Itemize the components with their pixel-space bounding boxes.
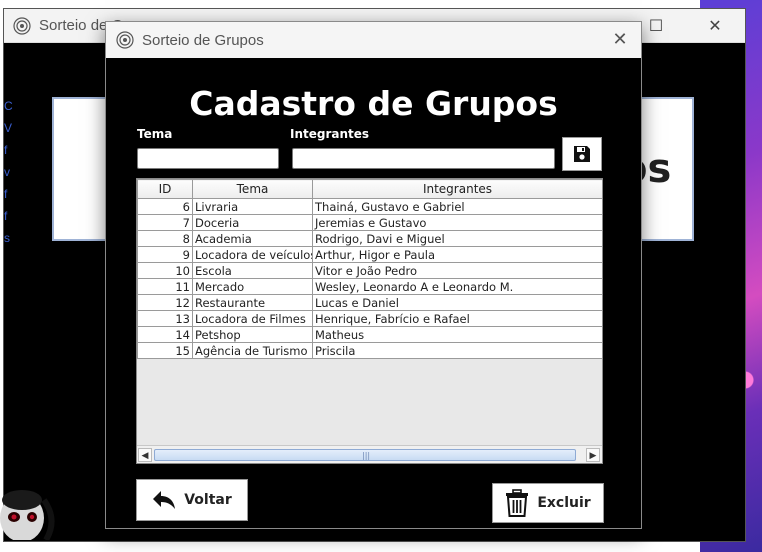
cell-integrantes: Matheus: [312, 326, 602, 343]
cell-integrantes: Arthur, Higor e Paula: [312, 246, 602, 263]
table-row[interactable]: 7 Doceria Jeremias e Gustavo: [137, 214, 602, 231]
dialog-close-button[interactable]: ✕: [605, 26, 635, 54]
cell-tema: Petshop: [192, 326, 313, 343]
table-row[interactable]: 9 Locadora de veículos Arthur, Higor e P…: [137, 246, 602, 263]
cell-integrantes: Priscila: [312, 342, 602, 359]
table-row[interactable]: 13 Locadora de Filmes Henrique, Fabrício…: [137, 310, 602, 327]
cell-id: 6: [137, 198, 193, 215]
dialog-title: Sorteio de Grupos: [142, 32, 264, 49]
tema-input[interactable]: [137, 148, 279, 169]
cell-id: 13: [137, 310, 193, 327]
table-viewport: ID Tema Integrantes 6 Livraria Thainá, G…: [137, 179, 602, 445]
scroll-right-icon[interactable]: ▶: [586, 448, 600, 462]
back-arrow-icon: [153, 491, 176, 509]
table-row[interactable]: 11 Mercado Wesley, Leonardo A e Leonardo…: [137, 278, 602, 295]
cell-tema: Locadora de Filmes: [192, 310, 313, 327]
background-side-text: CVfvffs: [4, 99, 13, 245]
cell-id: 9: [137, 246, 193, 263]
cell-tema: Livraria: [192, 198, 313, 215]
target-icon: [116, 31, 134, 49]
cell-tema: Doceria: [192, 214, 313, 231]
column-header-integrantes[interactable]: Integrantes: [312, 179, 602, 199]
table-row[interactable]: 12 Restaurante Lucas e Daniel: [137, 294, 602, 311]
cell-integrantes: Lucas e Daniel: [312, 294, 602, 311]
cell-id: 10: [137, 262, 193, 279]
cell-tema: Academia: [192, 230, 313, 247]
column-header-tema[interactable]: Tema: [192, 179, 313, 199]
table-row[interactable]: 10 Escola Vitor e João Pedro: [137, 262, 602, 279]
maximize-button[interactable]: ☐: [641, 13, 671, 39]
cell-tema: Escola: [192, 262, 313, 279]
table-header-row: ID Tema Integrantes: [137, 179, 602, 199]
cell-id: 11: [137, 278, 193, 295]
table-row[interactable]: 6 Livraria Thainá, Gustavo e Gabriel: [137, 198, 602, 215]
horizontal-scrollbar[interactable]: ◀ ||| ▶: [137, 445, 602, 463]
cell-id: 12: [137, 294, 193, 311]
background-close-button[interactable]: ✕: [700, 13, 730, 39]
cell-integrantes: Henrique, Fabrício e Rafael: [312, 310, 602, 327]
scrollbar-thumb[interactable]: |||: [154, 449, 576, 461]
cell-id: 15: [137, 342, 193, 359]
scrollbar-grip: |||: [362, 451, 371, 460]
floppy-disk-icon: [574, 146, 590, 162]
cell-id: 8: [137, 230, 193, 247]
cell-tema: Locadora de veículos: [192, 246, 313, 263]
target-icon: [13, 17, 31, 35]
cell-tema: Restaurante: [192, 294, 313, 311]
table-row[interactable]: 8 Academia Rodrigo, Davi e Miguel: [137, 230, 602, 247]
excluir-button[interactable]: Excluir: [492, 483, 604, 523]
cell-tema: Agência de Turismo: [192, 342, 313, 359]
table-row[interactable]: 14 Petshop Matheus: [137, 326, 602, 343]
groups-table-grid: ID Tema Integrantes 6 Livraria Thainá, G…: [137, 179, 602, 359]
cell-integrantes: Vitor e João Pedro: [312, 262, 602, 279]
save-button[interactable]: [562, 137, 602, 171]
voltar-button[interactable]: Voltar: [136, 479, 248, 521]
cell-id: 14: [137, 326, 193, 343]
cell-integrantes: Jeremias e Gustavo: [312, 214, 602, 231]
column-header-id[interactable]: ID: [137, 179, 193, 199]
voltar-label: Voltar: [184, 492, 232, 508]
cell-id: 7: [137, 214, 193, 231]
groups-table[interactable]: ID Tema Integrantes 6 Livraria Thainá, G…: [136, 178, 603, 464]
excluir-label: Excluir: [537, 495, 591, 511]
page-title: Cadastro de Grupos: [189, 84, 558, 123]
cell-integrantes: Wesley, Leonardo A e Leonardo M.: [312, 278, 602, 295]
cell-integrantes: Rodrigo, Davi e Miguel: [312, 230, 602, 247]
dialog-titlebar: Sorteio de Grupos ✕: [106, 22, 641, 58]
table-row[interactable]: 15 Agência de Turismo Priscila: [137, 342, 602, 359]
avatar-image: [0, 490, 55, 540]
tema-label: Tema: [137, 127, 173, 141]
cell-tema: Mercado: [192, 278, 313, 295]
trash-can-icon: [506, 489, 529, 517]
scroll-left-icon[interactable]: ◀: [138, 448, 152, 462]
integrantes-label: Integrantes: [290, 127, 370, 141]
cadastro-dialog: Sorteio de Grupos ✕ Cadastro de Grupos T…: [105, 21, 642, 529]
integrantes-input[interactable]: [292, 148, 555, 169]
cell-integrantes: Thainá, Gustavo e Gabriel: [312, 198, 602, 215]
